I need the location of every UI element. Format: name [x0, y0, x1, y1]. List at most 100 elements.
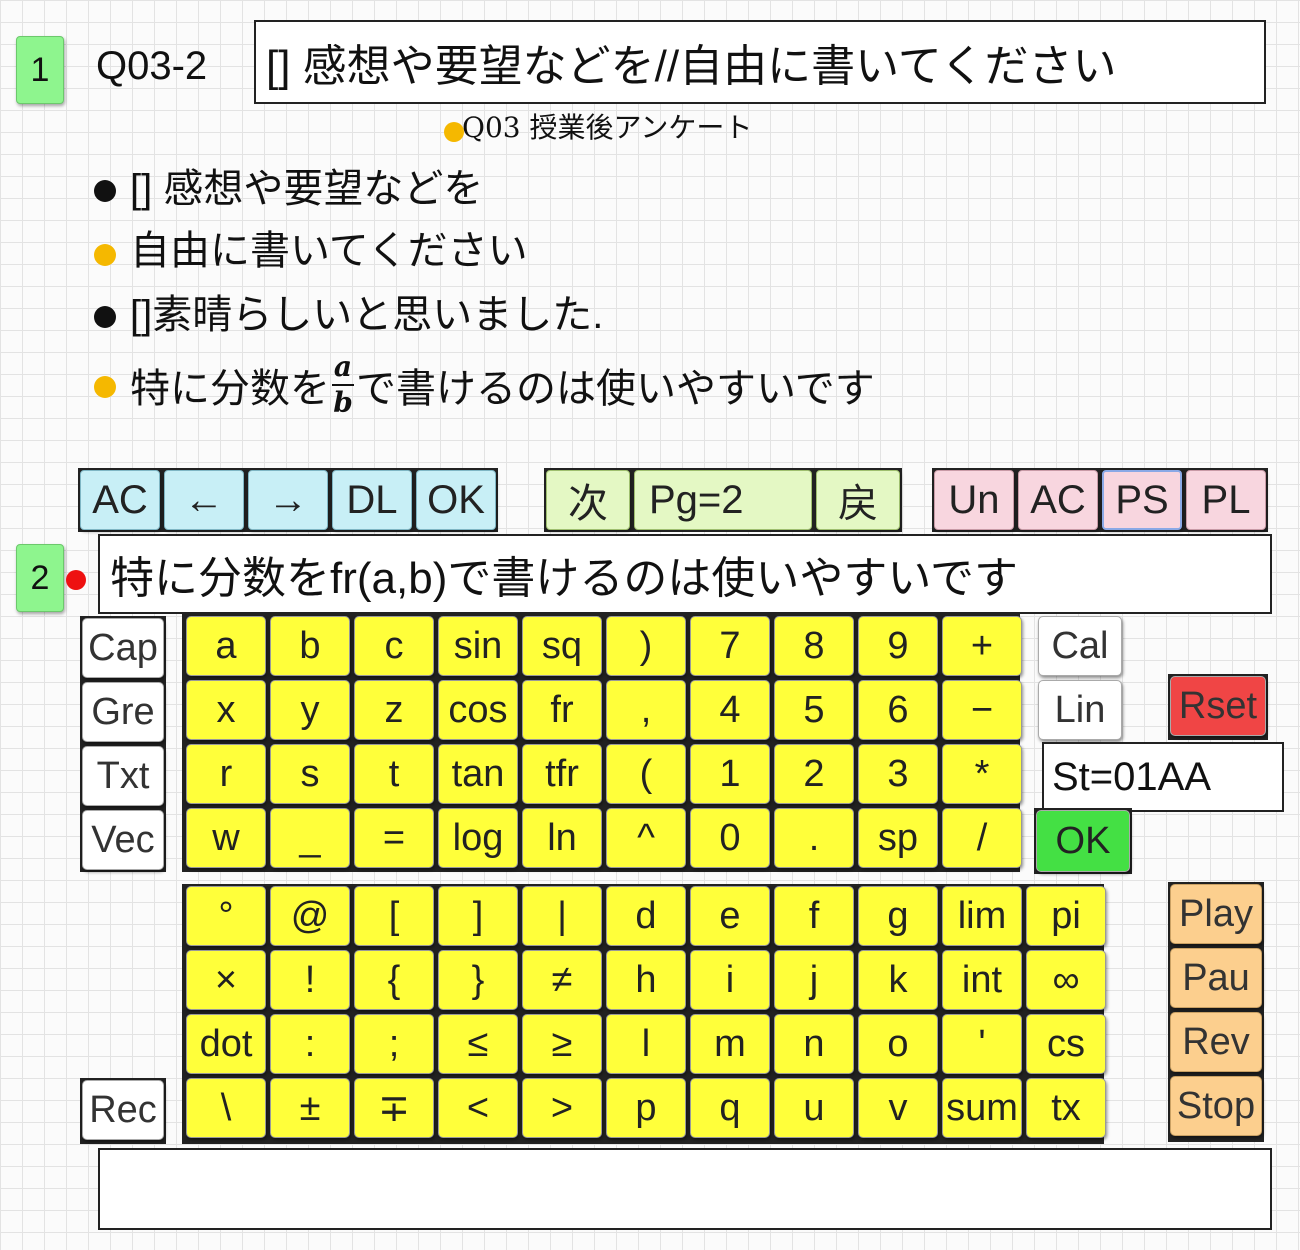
undo-button[interactable]: Un [934, 470, 1014, 530]
key-d[interactable]: d [606, 886, 686, 946]
key-5[interactable]: 5 [774, 680, 854, 740]
key-l[interactable]: l [606, 1014, 686, 1074]
key-f[interactable]: f [774, 886, 854, 946]
key-minus[interactable]: − [942, 680, 1022, 740]
key-p[interactable]: p [606, 1078, 686, 1138]
key-u[interactable]: u [774, 1078, 854, 1138]
next-button[interactable]: 次 [546, 470, 630, 530]
key-r[interactable]: r [186, 744, 266, 804]
key-o[interactable]: o [858, 1014, 938, 1074]
question-2-number[interactable]: 2 [16, 544, 64, 612]
cursor-right-button[interactable]: → [248, 470, 328, 530]
key-pipe[interactable]: | [522, 886, 602, 946]
reset-button[interactable]: Rset [1170, 676, 1266, 736]
key-ln[interactable]: ln [522, 808, 602, 868]
cursor-left-button[interactable]: ← [164, 470, 244, 530]
bottom-input[interactable] [98, 1148, 1272, 1230]
key-less-equal[interactable]: ≤ [438, 1014, 518, 1074]
key-v[interactable]: v [858, 1078, 938, 1138]
key-exclamation[interactable]: ! [270, 950, 350, 1010]
key-log[interactable]: log [438, 808, 518, 868]
key-slash[interactable]: / [942, 808, 1022, 868]
key-greater-than[interactable]: > [522, 1078, 602, 1138]
key-sum[interactable]: sum [942, 1078, 1022, 1138]
key-multiply[interactable]: × [186, 950, 266, 1010]
key-a[interactable]: a [186, 616, 266, 676]
key-times[interactable]: * [942, 744, 1022, 804]
key-t[interactable]: t [354, 744, 434, 804]
key-9[interactable]: 9 [858, 616, 938, 676]
delete-button[interactable]: DL [332, 470, 412, 530]
key-tx[interactable]: tx [1026, 1078, 1106, 1138]
answer-input[interactable]: 特に分数をfr(a,b)で書けるのは使いやすいです [98, 534, 1272, 614]
key-equals[interactable]: = [354, 808, 434, 868]
key-e[interactable]: e [690, 886, 770, 946]
media-stop-button[interactable]: Stop [1170, 1076, 1262, 1136]
key-dot[interactable]: dot [186, 1014, 266, 1074]
key-rbrace[interactable]: } [438, 950, 518, 1010]
key-sin[interactable]: sin [438, 616, 518, 676]
key-x[interactable]: x [186, 680, 266, 740]
key-lparen[interactable]: ( [606, 744, 686, 804]
key-rbracket[interactable]: ] [438, 886, 518, 946]
key-pi[interactable]: pi [1026, 886, 1106, 946]
back-button[interactable]: 戻 [816, 470, 900, 530]
key-semicolon[interactable]: ; [354, 1014, 434, 1074]
key-prime[interactable]: ' [942, 1014, 1022, 1074]
mode-vec-button[interactable]: Vec [82, 810, 164, 870]
history-clear-button[interactable]: AC [1018, 470, 1098, 530]
key-rparen[interactable]: ) [606, 616, 686, 676]
key-cos[interactable]: cos [438, 680, 518, 740]
key-less-than[interactable]: < [438, 1078, 518, 1138]
key-lbrace[interactable]: { [354, 950, 434, 1010]
key-fr[interactable]: fr [522, 680, 602, 740]
line-button[interactable]: Lin [1038, 680, 1122, 740]
question-title-box[interactable]: [] 感想や要望などを//自由に書いてください [254, 20, 1266, 104]
submit-ok-button[interactable]: OK [1036, 810, 1130, 872]
key-sq[interactable]: sq [522, 616, 602, 676]
key-plus-minus[interactable]: ± [270, 1078, 350, 1138]
media-rev-button[interactable]: Rev [1170, 1012, 1262, 1072]
key-4[interactable]: 4 [690, 680, 770, 740]
key-greater-equal[interactable]: ≥ [522, 1014, 602, 1074]
key-3[interactable]: 3 [858, 744, 938, 804]
key-backslash[interactable]: \ [186, 1078, 266, 1138]
key-comma[interactable]: , [606, 680, 686, 740]
key-sp[interactable]: sp [858, 808, 938, 868]
key-7[interactable]: 7 [690, 616, 770, 676]
key-0[interactable]: 0 [690, 808, 770, 868]
key-n[interactable]: n [774, 1014, 854, 1074]
key-8[interactable]: 8 [774, 616, 854, 676]
key-1[interactable]: 1 [690, 744, 770, 804]
media-play-button[interactable]: Play [1170, 884, 1262, 944]
key-cs[interactable]: cs [1026, 1014, 1106, 1074]
key-lbracket[interactable]: [ [354, 886, 434, 946]
key-i[interactable]: i [690, 950, 770, 1010]
mode-txt-button[interactable]: Txt [82, 746, 164, 806]
key-caret[interactable]: ^ [606, 808, 686, 868]
key-period[interactable]: . [774, 808, 854, 868]
all-clear-button[interactable]: AC [80, 470, 160, 530]
key-lim[interactable]: lim [942, 886, 1022, 946]
ps-button[interactable]: PS [1102, 470, 1182, 530]
key-b[interactable]: b [270, 616, 350, 676]
key-colon[interactable]: : [270, 1014, 350, 1074]
key-plus[interactable]: + [942, 616, 1022, 676]
question-1-number[interactable]: 1 [16, 36, 64, 104]
key-not-equal[interactable]: ≠ [522, 950, 602, 1010]
key-j[interactable]: j [774, 950, 854, 1010]
key-tan[interactable]: tan [438, 744, 518, 804]
key-2[interactable]: 2 [774, 744, 854, 804]
key-at[interactable]: @ [270, 886, 350, 946]
key-int[interactable]: int [942, 950, 1022, 1010]
key-underscore[interactable]: _ [270, 808, 350, 868]
key-y[interactable]: y [270, 680, 350, 740]
key-q[interactable]: q [690, 1078, 770, 1138]
toolbar-ok-button[interactable]: OK [416, 470, 496, 530]
pl-button[interactable]: PL [1186, 470, 1266, 530]
key-k[interactable]: k [858, 950, 938, 1010]
key-infinity[interactable]: ∞ [1026, 950, 1106, 1010]
key-minus-plus[interactable]: ∓ [354, 1078, 434, 1138]
key-g[interactable]: g [858, 886, 938, 946]
mode-cap-button[interactable]: Cap [82, 618, 164, 678]
